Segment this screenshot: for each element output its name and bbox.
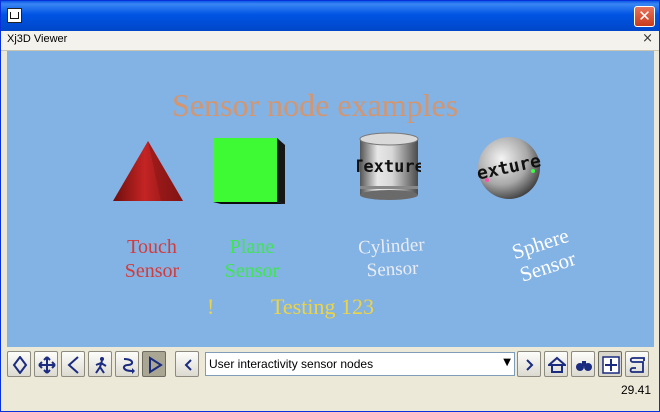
3d-viewport[interactable]: Sensor node examples Texture exture Touc… xyxy=(7,51,654,347)
cylinder-label-line1: Cylinder xyxy=(357,234,426,259)
touch-label-line2: Sensor xyxy=(124,260,180,282)
home-icon xyxy=(548,356,566,373)
pan-button[interactable] xyxy=(34,351,58,377)
cylinder-sensor-label: Cylinder Sensor xyxy=(351,233,433,283)
sphere-sensor-label: Sphere Sensor xyxy=(499,220,590,290)
panel-header: Xj3D Viewer × xyxy=(1,31,659,51)
tilt-icon xyxy=(12,356,28,374)
previous-viewpoint-icon xyxy=(184,359,192,371)
plane-sensor-label: Plane Sensor xyxy=(212,235,292,283)
status-bar: 29.41 xyxy=(7,382,655,406)
testing-text: Testing 123 xyxy=(271,294,374,319)
title-bar[interactable]: ✕ xyxy=(1,1,659,31)
sphere-sensor-shape[interactable]: exture xyxy=(473,135,545,201)
back-icon xyxy=(67,356,79,374)
script-button[interactable] xyxy=(625,351,649,377)
pan-icon xyxy=(38,356,56,374)
chevron-down-icon[interactable]: ▼ xyxy=(503,357,511,368)
cylinder-sensor-shape[interactable]: Texture xyxy=(357,131,421,201)
plane-label-line2: Sensor xyxy=(224,260,280,282)
home-button[interactable] xyxy=(544,351,568,377)
walk-icon xyxy=(95,357,107,374)
exclamation-text: ! xyxy=(207,294,215,319)
viewpoint-select[interactable]: User interactivity sensor nodes ▼ xyxy=(205,352,515,376)
examine-icon xyxy=(122,358,135,374)
panel-title: Xj3D Viewer xyxy=(7,33,68,45)
close-window-button[interactable]: ✕ xyxy=(634,6,655,27)
zoom-all-icon xyxy=(602,356,620,374)
next-viewpoint-icon xyxy=(526,359,534,371)
panel-close-icon[interactable]: × xyxy=(642,31,653,46)
script-icon xyxy=(629,357,645,373)
touch-sensor-cone[interactable] xyxy=(111,139,185,205)
cylinder-label-line2: Sensor xyxy=(366,257,419,282)
cylinder-texture-text: Texture xyxy=(357,157,421,177)
scene-heading: Sensor node examples xyxy=(172,87,459,123)
fit-button[interactable] xyxy=(571,351,595,377)
back-button[interactable] xyxy=(61,351,85,377)
zoom-all-button[interactable] xyxy=(598,351,622,377)
application-window: ✕ Xj3D Viewer × Sensor node examples Tex… xyxy=(0,0,660,412)
touch-sensor-label: Touch Sensor xyxy=(117,235,187,283)
walk-button[interactable] xyxy=(88,351,112,377)
navigation-toolbar: User interactivity sensor nodes ▼ xyxy=(7,349,655,381)
viewpoint-select-value: User interactivity sensor nodes xyxy=(209,357,374,371)
play-button[interactable] xyxy=(142,351,166,377)
plane-label-line1: Plane xyxy=(229,236,275,258)
plane-sensor-box[interactable] xyxy=(210,136,290,206)
examine-button[interactable] xyxy=(115,351,139,377)
app-icon xyxy=(7,8,22,23)
tilt-button[interactable] xyxy=(7,351,31,377)
touch-label-line1: Touch xyxy=(127,236,177,258)
play-icon xyxy=(149,356,163,374)
next-viewpoint-button[interactable] xyxy=(517,351,541,377)
fit-icon xyxy=(576,361,592,371)
frame-rate-readout: 29.41 xyxy=(620,383,651,397)
previous-viewpoint-button[interactable] xyxy=(175,351,199,377)
